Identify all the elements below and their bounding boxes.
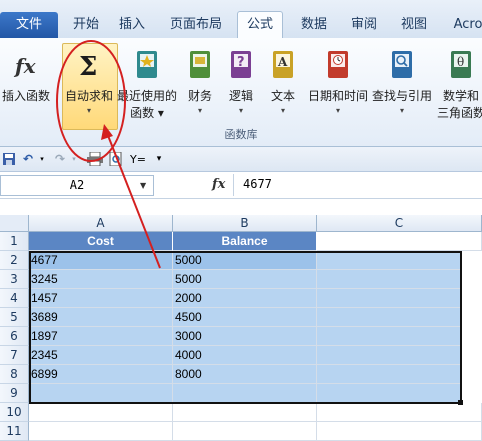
annotation-arrow	[101, 124, 161, 269]
